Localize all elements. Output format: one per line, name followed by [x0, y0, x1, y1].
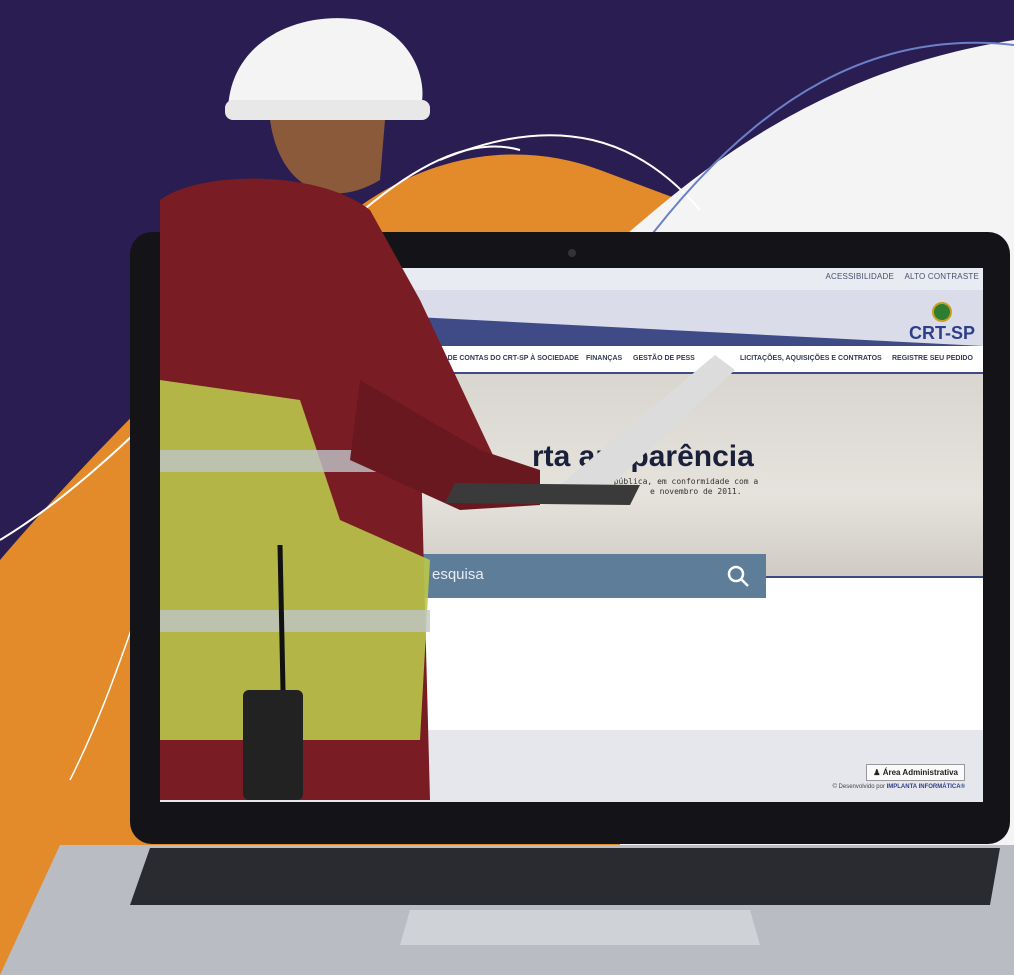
- worker-figure: [160, 18, 735, 801]
